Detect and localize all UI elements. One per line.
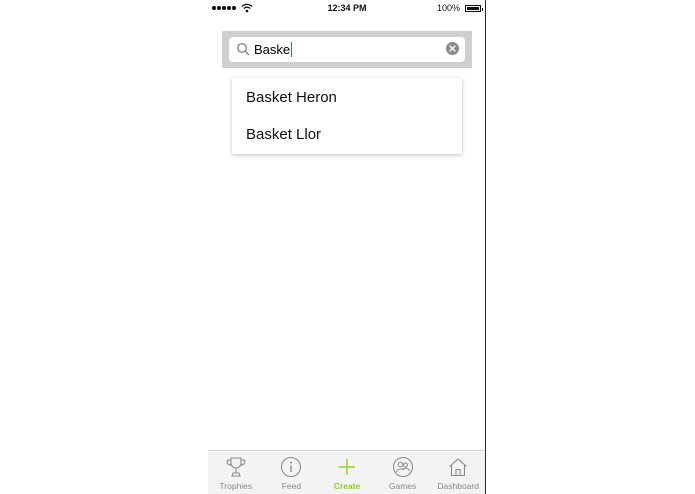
search-bar: Baske [222, 31, 472, 68]
search-field[interactable]: Baske [229, 37, 465, 62]
suggestion-item[interactable]: Basket Heron [232, 79, 462, 116]
search-input[interactable]: Baske [254, 37, 293, 62]
text-cursor [291, 42, 293, 57]
search-icon [237, 43, 250, 56]
tab-trophies[interactable]: Trophies [208, 451, 264, 494]
tab-label: Games [388, 481, 417, 491]
tab-label: Dashboard [437, 481, 479, 491]
tab-label: Trophies [219, 481, 253, 491]
search-input-value: Baske [254, 42, 291, 57]
tab-feed[interactable]: Feed [264, 451, 320, 494]
plus-icon [338, 459, 355, 475]
tab-bar: Trophies Feed Create Games Dashboard [208, 450, 485, 494]
clear-icon[interactable] [446, 42, 459, 55]
tab-dashboard[interactable]: Dashboard [430, 451, 485, 494]
battery-icon [465, 5, 483, 12]
info-icon [281, 456, 302, 478]
suggestion-item[interactable]: Basket Llor [232, 116, 462, 153]
phone-screen: 12:34 PM 100% Baske Basket Heron Basket … [208, 0, 486, 494]
tab-label: Feed [281, 481, 302, 491]
battery-percentage: 100% [436, 3, 460, 13]
suggestion-list: Basket Heron Basket Llor [232, 78, 462, 154]
tab-games[interactable]: Games [375, 451, 431, 494]
tab-label: Create [333, 481, 361, 491]
trophy-icon [226, 457, 246, 477]
status-bar: 12:34 PM 100% [208, 0, 485, 18]
games-icon [392, 456, 413, 478]
home-icon [449, 458, 468, 477]
tab-create[interactable]: Create [319, 451, 375, 494]
